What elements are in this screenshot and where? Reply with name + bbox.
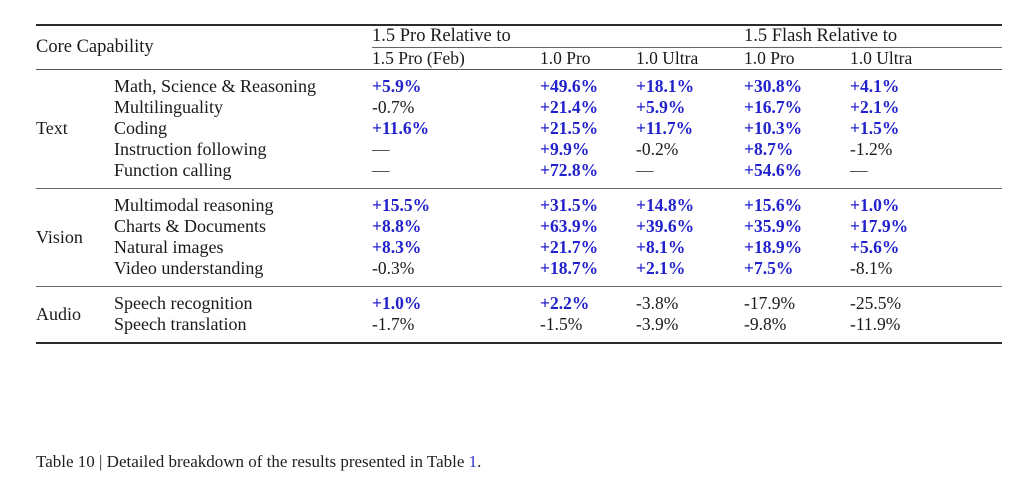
capability-label: Speech recognition xyxy=(114,293,253,313)
table-row: Natural images +8.3% +21.7% +8.1% +18.9% +5.6… xyxy=(36,237,1002,258)
value-cell-c5: +17.9% xyxy=(850,216,909,236)
table-row: Multilinguality -0.7% +21.4% +5.9% +16.7% +2.… xyxy=(36,97,1002,118)
value-cell-c1: +11.6% xyxy=(372,118,430,138)
value-cell-c5: +5.6% xyxy=(850,237,900,257)
value-cell-c1: +15.5% xyxy=(372,195,431,215)
value-cell-c3: +5.9% xyxy=(636,97,686,117)
value-cell-c3: +11.7% xyxy=(636,118,694,138)
value-cell-c5: -8.1% xyxy=(850,258,893,278)
value-cell-c5: +4.1% xyxy=(850,76,900,96)
value-cell-c4: +8.7% xyxy=(744,139,794,159)
value-cell-c5: — xyxy=(850,160,868,180)
table-figure: Core Capability 1.5 Pro Relative to 1.5 Fl… xyxy=(0,0,1024,502)
value-cell-c3: -0.2% xyxy=(636,139,679,159)
header-column-4: 1.0 Pro xyxy=(744,48,795,68)
value-cell-c2: +21.5% xyxy=(540,118,599,138)
value-cell-c3: +39.6% xyxy=(636,216,695,236)
capability-label: Natural images xyxy=(114,237,224,257)
value-cell-c3: +2.1% xyxy=(636,258,686,278)
section-bottom-padding xyxy=(36,181,1002,188)
capability-label: Function calling xyxy=(114,160,232,180)
caption-table-reference-link[interactable]: 1 xyxy=(469,452,478,471)
header-core-capability: Core Capability xyxy=(36,37,154,57)
value-cell-c3: — xyxy=(636,160,654,180)
capability-label: Charts & Documents xyxy=(114,216,266,236)
capability-label: Coding xyxy=(114,118,168,138)
table-row: Video understanding -0.3% +18.7% +2.1% +7.5%… xyxy=(36,258,1002,279)
value-cell-c4: +30.8% xyxy=(744,76,803,96)
value-cell-c5: +1.0% xyxy=(850,195,900,215)
value-cell-c4: +54.6% xyxy=(744,160,803,180)
value-cell-c4: -17.9% xyxy=(744,293,796,313)
table-row: Audio Speech recognition +1.0% +2.2% -3.8% -1… xyxy=(36,293,1002,324)
capability-label: Speech translation xyxy=(114,314,247,334)
value-cell-c5: +1.5% xyxy=(850,118,900,138)
value-cell-c2: +21.4% xyxy=(540,97,599,117)
header-column-3: 1.0 Ultra xyxy=(636,48,699,68)
table-row: Function calling — +72.8% — +54.6% — xyxy=(36,160,1002,181)
value-cell-c2: +49.6% xyxy=(540,76,599,96)
table-row: Charts & Documents +8.8% +63.9% +39.6% +35.9… xyxy=(36,216,1002,237)
capability-label: Math, Science & Reasoning xyxy=(114,76,316,96)
table-row: Vision Multimodal reasoning +15.5% +31.5% +1… xyxy=(36,195,1002,247)
capability-label: Video understanding xyxy=(114,258,264,278)
capability-label: Multimodal reasoning xyxy=(114,195,274,215)
table-bottom-rule xyxy=(36,341,1002,344)
value-cell-c5: -1.2% xyxy=(850,139,893,159)
value-cell-c4: +35.9% xyxy=(744,216,803,236)
header-row-groups: Core Capability 1.5 Pro Relative to 1.5 Fl… xyxy=(36,25,1002,57)
value-cell-c4: +15.6% xyxy=(744,195,803,215)
table-row: Text Math, Science & Reasoning +5.9% +49.6%… xyxy=(36,76,1002,138)
value-cell-c3: +14.8% xyxy=(636,195,695,215)
section-bottom-padding xyxy=(36,279,1002,286)
section-bottom-padding xyxy=(36,335,1002,342)
value-cell-c2: +31.5% xyxy=(540,195,599,215)
results-table: Core Capability 1.5 Pro Relative to 1.5 Fl… xyxy=(36,23,1002,344)
value-cell-c3: +8.1% xyxy=(636,237,686,257)
header-group-flash: 1.5 Flash Relative to xyxy=(744,26,898,46)
value-cell-c1: +8.3% xyxy=(372,237,422,257)
value-cell-c5: +2.1% xyxy=(850,97,900,117)
value-cell-c2: +9.9% xyxy=(540,139,590,159)
value-cell-c5: -11.9% xyxy=(850,314,901,334)
value-cell-c1: +1.0% xyxy=(372,293,422,313)
value-cell-c2: -1.5% xyxy=(540,314,583,334)
value-cell-c1: -1.7% xyxy=(372,314,415,334)
value-cell-c2: +18.7% xyxy=(540,258,599,278)
section-label-text: Text xyxy=(36,118,68,138)
value-cell-c1: +5.9% xyxy=(372,76,422,96)
section-label-audio: Audio xyxy=(36,303,81,324)
section-label-vision: Vision xyxy=(36,226,83,247)
caption-suffix: . xyxy=(477,452,482,471)
value-cell-c2: +72.8% xyxy=(540,160,599,180)
value-cell-c2: +2.2% xyxy=(540,293,590,313)
table-row: Coding +11.6% +21.5% +11.7% +10.3% +1.5% xyxy=(36,118,1002,139)
value-cell-c1: -0.3% xyxy=(372,258,415,278)
value-cell-c3: +18.1% xyxy=(636,76,695,96)
value-cell-c2: +63.9% xyxy=(540,216,599,236)
value-cell-c1: +8.8% xyxy=(372,216,422,236)
value-cell-c5: -25.5% xyxy=(850,293,902,313)
value-cell-c1: — xyxy=(372,139,390,159)
value-cell-c2: +21.7% xyxy=(540,237,599,257)
value-cell-c4: +18.9% xyxy=(744,237,803,257)
value-cell-c3: -3.8% xyxy=(636,293,679,313)
value-cell-c4: +7.5% xyxy=(744,258,794,278)
header-group-pro: 1.5 Pro Relative to xyxy=(372,26,511,46)
capability-label: Instruction following xyxy=(114,139,267,159)
header-column-5: 1.0 Ultra xyxy=(850,48,913,68)
value-cell-c4: +10.3% xyxy=(744,118,803,138)
value-cell-c3: -3.9% xyxy=(636,314,679,334)
header-column-1: 1.5 Pro (Feb) xyxy=(372,48,465,68)
capability-label: Multilinguality xyxy=(114,97,224,117)
caption-prefix: Table 10 | Detailed breakdown of the res… xyxy=(36,452,469,471)
value-cell-c1: — xyxy=(372,160,390,180)
value-cell-c4: +16.7% xyxy=(744,97,803,117)
header-column-2: 1.0 Pro xyxy=(540,48,591,68)
table-row: Instruction following — +9.9% -0.2% +8.7% -1.… xyxy=(36,139,1002,160)
value-cell-c1: -0.7% xyxy=(372,97,415,117)
table-caption: Table 10 | Detailed breakdown of the res… xyxy=(36,452,1002,472)
table-row: Speech translation -1.7% -1.5% -3.9% -9.8% -1… xyxy=(36,314,1002,335)
value-cell-c4: -9.8% xyxy=(744,314,787,334)
